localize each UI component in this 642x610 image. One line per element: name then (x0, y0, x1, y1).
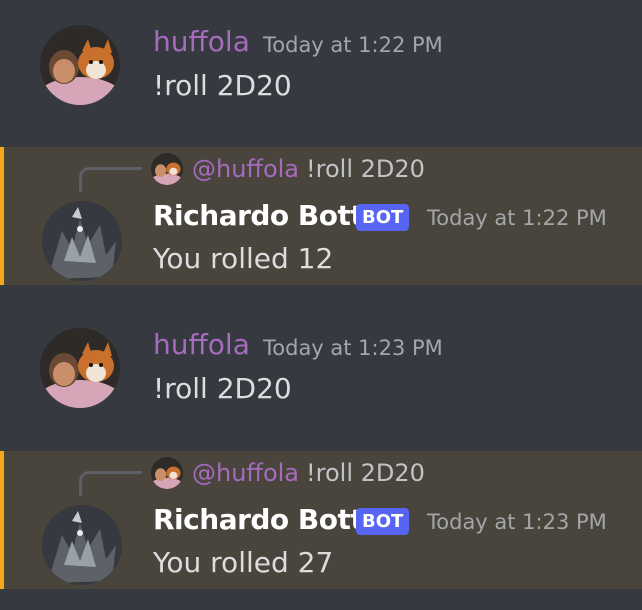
username[interactable]: Richardo Botts (153, 503, 380, 537)
reply-mention[interactable]: @huffola (192, 458, 299, 488)
message-content: !roll 2D20 (153, 69, 292, 102)
message-content: You rolled 27 (153, 546, 334, 579)
user-avatar[interactable] (40, 25, 120, 105)
timestamp: Today at 1:23 PM (427, 510, 607, 534)
reply-preview-text[interactable]: !roll 2D20 (306, 154, 425, 184)
message-item-highlighted: @huffola !roll 2D20 Richardo Botts BOT T… (0, 451, 642, 589)
bot-badge: BOT (356, 204, 410, 231)
message-content: You rolled 12 (153, 242, 334, 275)
username[interactable]: Richardo Botts (153, 199, 380, 233)
person-with-dog-avatar-icon (151, 457, 183, 489)
message-content: !roll 2D20 (153, 372, 292, 405)
bot-badge: BOT (356, 508, 410, 535)
reply-avatar[interactable] (151, 153, 183, 185)
bot-avatar[interactable] (42, 201, 122, 281)
user-avatar[interactable] (40, 328, 120, 408)
dragon-avatar-icon (42, 201, 122, 281)
reply-mention[interactable]: @huffola (192, 154, 299, 184)
timestamp: Today at 1:23 PM (263, 336, 443, 360)
timestamp: Today at 1:22 PM (427, 206, 607, 230)
person-with-dog-avatar-icon (151, 153, 183, 185)
reply-avatar[interactable] (151, 457, 183, 489)
person-with-dog-avatar-icon (40, 25, 120, 105)
username[interactable]: huffola (153, 25, 250, 59)
reply-spine (79, 167, 142, 192)
reply-spine (79, 471, 142, 496)
username[interactable]: huffola (153, 328, 250, 362)
timestamp: Today at 1:22 PM (263, 33, 443, 57)
bot-avatar[interactable] (42, 505, 122, 585)
person-with-dog-avatar-icon (40, 328, 120, 408)
dragon-avatar-icon (42, 505, 122, 585)
message-item-highlighted: @huffola !roll 2D20 Richardo Botts BOT T… (0, 147, 642, 285)
reply-preview-text[interactable]: !roll 2D20 (306, 458, 425, 488)
message-item: huffola Today at 1:22 PM !roll 2D20 (0, 0, 642, 112)
message-item: huffola Today at 1:23 PM !roll 2D20 (0, 303, 642, 415)
